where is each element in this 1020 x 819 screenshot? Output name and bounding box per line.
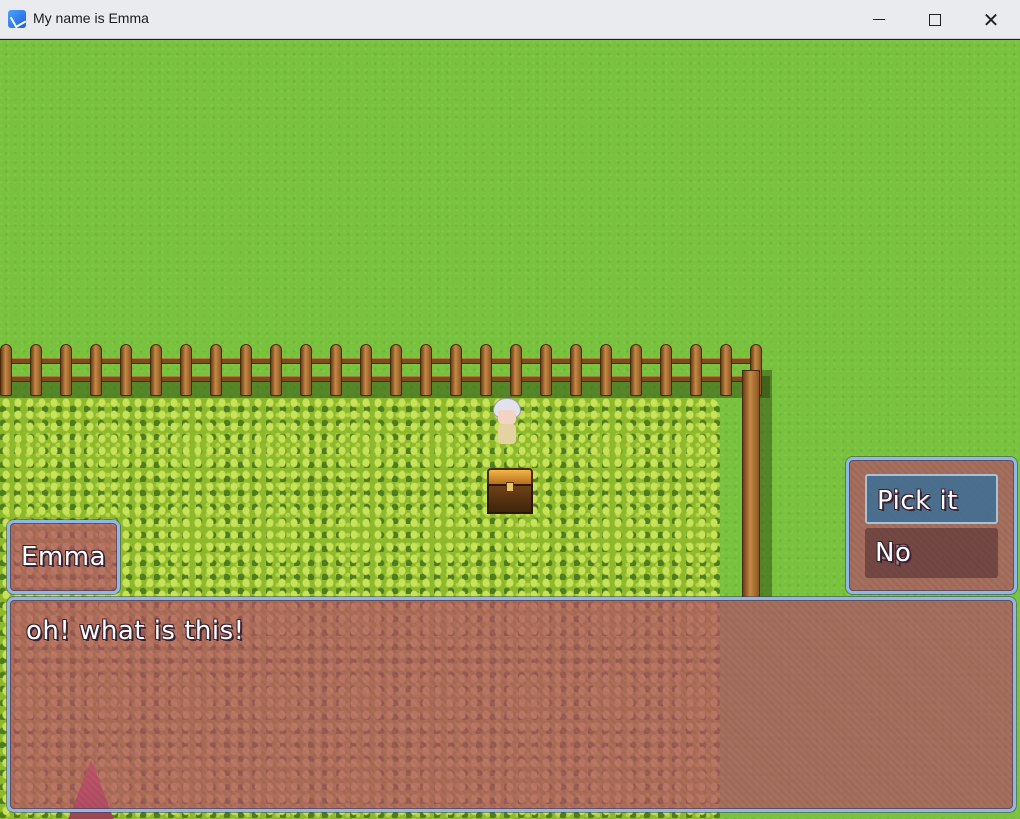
character-face — [498, 410, 516, 424]
fence-post — [300, 344, 312, 396]
fence-rail — [0, 358, 760, 364]
fence-post — [630, 344, 642, 396]
maximize-icon — [929, 13, 941, 26]
minimize-icon — [873, 19, 885, 20]
fence-post — [330, 344, 342, 396]
fence-post — [720, 344, 732, 396]
fence-rail — [0, 376, 760, 382]
choice-pick-it-up[interactable]: Pick it up — [865, 474, 998, 566]
fence-post — [540, 344, 552, 396]
fence-post — [420, 344, 432, 396]
choice-window: Pick it up No — [846, 457, 1017, 594]
fence-post — [30, 344, 42, 396]
fence-post — [450, 344, 462, 396]
fence-shadow — [760, 370, 772, 600]
player-character — [490, 398, 524, 444]
fence-post — [690, 344, 702, 396]
treasure-chest[interactable] — [487, 468, 533, 514]
fence-post — [60, 344, 72, 396]
window-title: My name is Emma — [33, 10, 149, 26]
fence-post — [270, 344, 282, 396]
fence-post — [210, 344, 222, 396]
minimize-button[interactable] — [850, 0, 908, 39]
fence-post — [390, 344, 402, 396]
fence-top — [0, 344, 762, 396]
fence-post — [510, 344, 522, 396]
fence-side — [742, 370, 760, 600]
character-body — [498, 424, 516, 444]
fence-post — [570, 344, 582, 396]
speaker-name: Emma — [20, 542, 106, 572]
fence-post — [120, 344, 132, 396]
fence-post — [0, 344, 12, 396]
chest-lock-icon — [506, 482, 514, 492]
fence-post — [480, 344, 492, 396]
fence-post — [600, 344, 612, 396]
choice-no[interactable]: No — [865, 528, 998, 578]
game-app-icon — [8, 10, 26, 28]
maximize-button[interactable] — [906, 0, 964, 39]
close-icon: ✕ — [982, 7, 1000, 32]
fence-post — [360, 344, 372, 396]
fence-post — [180, 344, 192, 396]
message-text: oh! what is this! — [26, 616, 245, 646]
window-titlebar: My name is Emma ✕ — [0, 0, 1020, 39]
fence-post — [660, 344, 672, 396]
message-window[interactable]: oh! what is this! — [7, 597, 1016, 812]
close-button[interactable]: ✕ — [962, 0, 1020, 39]
fence-post — [90, 344, 102, 396]
speaker-name-window: Emma — [7, 520, 120, 594]
fence-post — [150, 344, 162, 396]
fence-post — [240, 344, 252, 396]
